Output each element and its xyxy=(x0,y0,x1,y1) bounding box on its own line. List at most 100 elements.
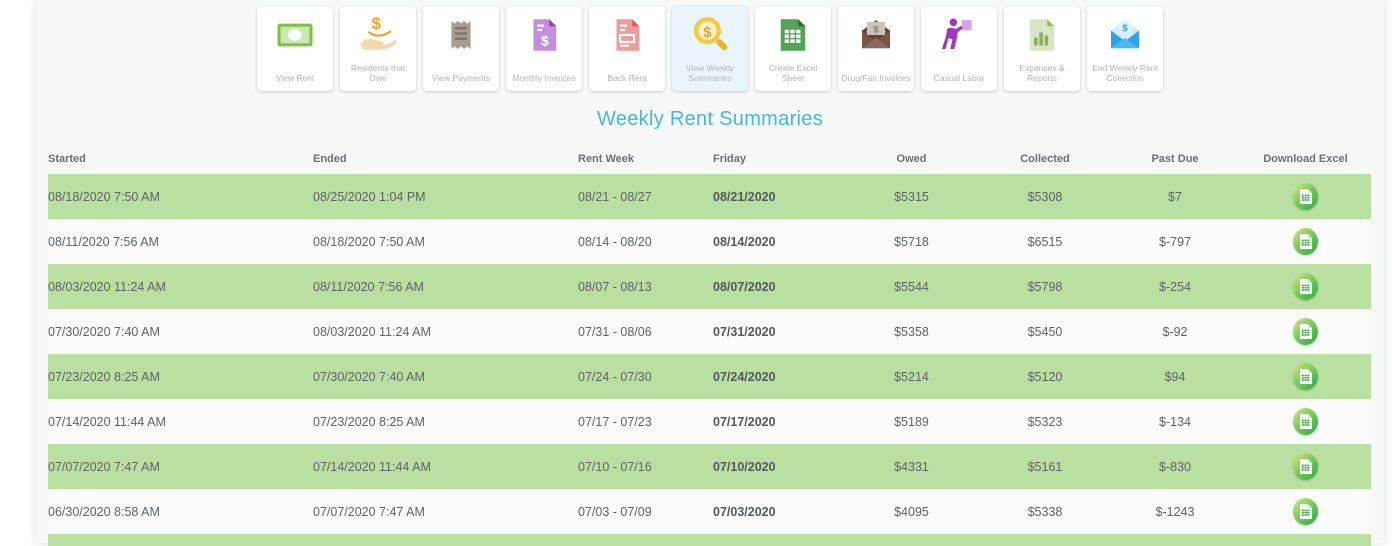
tool-label: Residents that Owe xyxy=(343,63,413,83)
cell-owed: $5189 xyxy=(843,399,980,444)
cell-download-excel xyxy=(1240,174,1371,219)
cell-rent-week: 07/03 - 07/09 xyxy=(578,489,703,534)
cell-collected: $5161 xyxy=(980,444,1110,489)
cell-collected: $5798 xyxy=(980,264,1110,309)
excel-sheet-icon xyxy=(772,14,814,56)
cell-collected: $5120 xyxy=(980,354,1110,399)
table-row: 07/30/2020 7:40 AM08/03/2020 11:24 AM07/… xyxy=(48,309,1371,354)
tool-label: Back Rent xyxy=(607,73,646,83)
download-excel-button[interactable] xyxy=(1293,183,1318,210)
summary-table-body: 08/18/2020 7:50 AM08/25/2020 1:04 PM08/2… xyxy=(48,174,1371,534)
cell-ended: 07/14/2020 11:44 AM xyxy=(313,444,578,489)
cell-past-due: $-254 xyxy=(1110,264,1240,309)
cell-started: 06/30/2020 8:58 AM xyxy=(48,489,313,534)
cell-download-excel xyxy=(1240,354,1371,399)
svg-text:$: $ xyxy=(372,14,381,33)
hand-dollar-icon: $ xyxy=(357,14,399,56)
cell-started: 08/03/2020 11:24 AM xyxy=(48,264,313,309)
expenses-reports-button[interactable]: Expenses & Reports xyxy=(1004,6,1080,91)
casual-labor-button[interactable]: Casual Labor xyxy=(921,6,997,91)
header-started: Started xyxy=(48,143,313,174)
envelope-money-icon: $ xyxy=(855,14,897,56)
tool-label: End Weekly Rent Collection xyxy=(1090,63,1160,83)
cell-started: 07/23/2020 8:25 AM xyxy=(48,354,313,399)
cell-friday: 08/21/2020 xyxy=(703,174,843,219)
weekly-rent-summary-table: Started Ended Rent Week Friday Owed Coll… xyxy=(48,143,1371,534)
cell-collected: $5323 xyxy=(980,399,1110,444)
cell-friday: 07/31/2020 xyxy=(703,309,843,354)
excel-file-icon xyxy=(1299,414,1312,429)
drug-fan-invoices-button[interactable]: $ Drug/Fan Invoices xyxy=(838,6,914,91)
header-download-excel: Download Excel xyxy=(1240,143,1371,174)
cell-ended: 08/03/2020 11:24 AM xyxy=(313,309,578,354)
receipt-icon xyxy=(440,14,482,56)
cell-ended: 07/30/2020 7:40 AM xyxy=(313,354,578,399)
header-collected: Collected xyxy=(980,143,1110,174)
download-excel-button[interactable] xyxy=(1293,363,1318,390)
end-weekly-rent-collection-button[interactable]: $ End Weekly Rent Collection xyxy=(1087,6,1163,91)
back-rent-button[interactable]: Back Rent xyxy=(589,6,665,91)
cell-download-excel xyxy=(1240,489,1371,534)
create-excel-sheet-button[interactable]: Create Excel Sheet xyxy=(755,6,831,91)
invoice-red-icon xyxy=(606,14,648,56)
report-chart-icon xyxy=(1021,14,1063,56)
cell-ended: 07/23/2020 8:25 AM xyxy=(313,399,578,444)
cell-started: 07/14/2020 11:44 AM xyxy=(48,399,313,444)
cell-friday: 07/03/2020 xyxy=(703,489,843,534)
header-past-due: Past Due xyxy=(1110,143,1240,174)
cell-rent-week: 07/31 - 08/06 xyxy=(578,309,703,354)
table-row: 08/18/2020 7:50 AM08/25/2020 1:04 PM08/2… xyxy=(48,174,1371,219)
cell-download-excel xyxy=(1240,264,1371,309)
cell-past-due: $-797 xyxy=(1110,219,1240,264)
svg-text:$: $ xyxy=(703,25,712,41)
cell-past-due: $-1243 xyxy=(1110,489,1240,534)
svg-text:$: $ xyxy=(541,33,549,49)
download-excel-button[interactable] xyxy=(1293,408,1318,435)
monthly-invoices-button[interactable]: $ Monthly Invoices xyxy=(506,6,582,91)
table-row: 08/11/2020 7:56 AM08/18/2020 7:50 AM08/1… xyxy=(48,219,1371,264)
cell-download-excel xyxy=(1240,444,1371,489)
cell-owed: $4331 xyxy=(843,444,980,489)
cell-friday: 07/24/2020 xyxy=(703,354,843,399)
view-payments-button[interactable]: View Payments xyxy=(423,6,499,91)
tool-label: Monthly Invoices xyxy=(512,73,575,83)
download-excel-button[interactable] xyxy=(1293,318,1318,345)
cell-rent-week: 07/24 - 07/30 xyxy=(578,354,703,399)
cell-started: 07/30/2020 7:40 AM xyxy=(48,309,313,354)
download-excel-button[interactable] xyxy=(1293,273,1318,300)
cell-friday: 08/07/2020 xyxy=(703,264,843,309)
table-row-partial xyxy=(48,534,1371,546)
cell-past-due: $94 xyxy=(1110,354,1240,399)
tool-label: Casual Labor xyxy=(934,73,985,83)
residents-that-owe-button[interactable]: $ Residents that Owe xyxy=(340,6,416,91)
cell-past-due: $-830 xyxy=(1110,444,1240,489)
download-excel-button[interactable] xyxy=(1293,498,1318,525)
cell-friday: 08/14/2020 xyxy=(703,219,843,264)
table-header-row: Started Ended Rent Week Friday Owed Coll… xyxy=(48,143,1371,174)
excel-file-icon xyxy=(1299,234,1312,249)
excel-file-icon xyxy=(1299,324,1312,339)
svg-text:$: $ xyxy=(873,24,879,35)
cell-rent-week: 08/21 - 08/27 xyxy=(578,174,703,219)
cell-collected: $5450 xyxy=(980,309,1110,354)
cell-owed: $4095 xyxy=(843,489,980,534)
cell-past-due: $-134 xyxy=(1110,399,1240,444)
table-row: 07/14/2020 11:44 AM07/23/2020 8:25 AM 07/… xyxy=(48,399,1371,444)
cell-friday: 07/17/2020 xyxy=(703,399,843,444)
cell-ended: 08/11/2020 7:56 AM xyxy=(313,264,578,309)
view-weekly-summaries-button[interactable]: $ View Weekly Summaries xyxy=(672,6,748,91)
envelope-dollar-icon: $ xyxy=(1104,14,1146,56)
cell-ended: 08/18/2020 7:50 AM xyxy=(313,219,578,264)
cell-started: 08/18/2020 7:50 AM xyxy=(48,174,313,219)
excel-file-icon xyxy=(1299,369,1312,384)
download-excel-button[interactable] xyxy=(1293,228,1318,255)
header-rent-week: Rent Week xyxy=(578,143,703,174)
view-rent-button[interactable]: View Rent xyxy=(257,6,333,91)
cell-collected: $6515 xyxy=(980,219,1110,264)
cell-collected: $5308 xyxy=(980,174,1110,219)
download-excel-button[interactable] xyxy=(1293,453,1318,480)
header-owed: Owed xyxy=(843,143,980,174)
search-dollar-icon: $ xyxy=(689,14,731,56)
excel-file-icon xyxy=(1299,189,1312,204)
money-bill-icon xyxy=(274,14,316,56)
